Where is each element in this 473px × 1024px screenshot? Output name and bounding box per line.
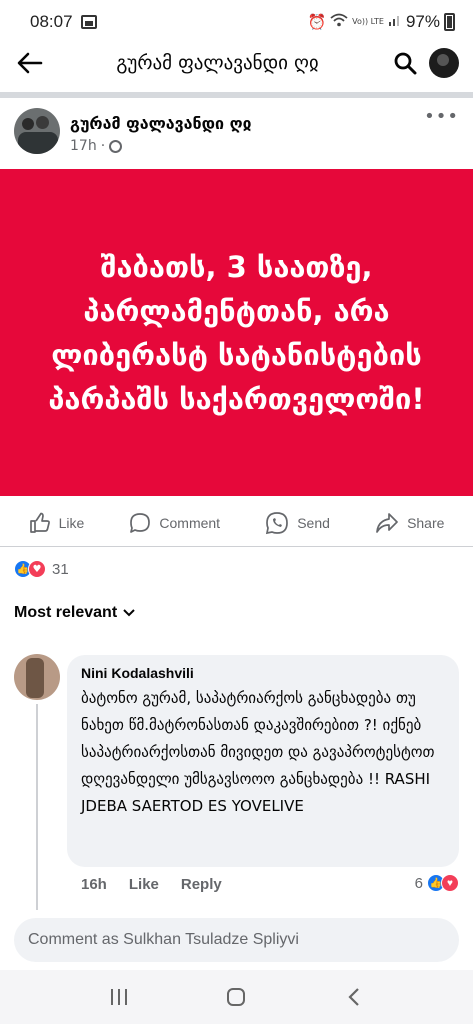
comment-icon [130, 513, 151, 533]
reaction-count: 31 [52, 560, 69, 578]
comment-label: Comment [159, 515, 221, 531]
recents-button[interactable] [89, 977, 149, 1017]
search-icon [394, 52, 417, 75]
send-button[interactable]: Send [265, 511, 330, 535]
thread-line [36, 704, 38, 910]
commenter-avatar[interactable] [14, 654, 60, 700]
thumbs-up-icon [29, 512, 50, 533]
battery-percent: 97% [405, 12, 440, 31]
post-author-name[interactable]: გურამ ფალავანდი ღჲ [70, 114, 251, 133]
divider [0, 546, 473, 547]
status-indicators: ⏰ Vo)) LTE 97% [307, 12, 455, 32]
comment-reaction-count: 6 [414, 874, 423, 892]
search-button[interactable] [387, 45, 423, 81]
arrow-left-icon [17, 52, 43, 74]
author-avatar[interactable] [14, 108, 60, 154]
sort-label: Most relevant [14, 604, 118, 621]
battery-icon [444, 13, 455, 31]
comment-reply-button[interactable]: Reply [181, 876, 222, 893]
reactions-summary[interactable]: 👍 ♥ 31 [14, 560, 69, 578]
comment-sort-dropdown[interactable]: Most relevant [14, 604, 135, 622]
comment-time[interactable]: 16h [81, 876, 107, 893]
love-reaction-icon: ♥ [28, 560, 46, 578]
profile-avatar[interactable] [429, 48, 459, 78]
comment-actions: 16h Like Reply [81, 876, 222, 893]
comment-input-placeholder: Comment as Sulkhan Tsuladze Spliyvi [28, 931, 299, 948]
status-bar: 08:07 ⏰ Vo)) LTE 97% [0, 0, 473, 44]
home-button[interactable] [206, 977, 266, 1017]
comment-reactions[interactable]: 6 👍 ♥ [415, 874, 459, 892]
post-header: გურამ ფალავანდი ღჲ 17h · ••• [0, 104, 473, 164]
post-meta: 17h · [70, 138, 123, 154]
post-time[interactable]: 17h [70, 138, 97, 154]
chevron-down-icon [123, 606, 135, 620]
share-label: Share [407, 515, 445, 531]
status-time: 08:07 [30, 12, 73, 31]
gallery-notification-icon [80, 15, 97, 29]
system-nav-bar [0, 970, 473, 1024]
send-label: Send [297, 515, 330, 531]
recents-icon [110, 989, 127, 1005]
share-button[interactable]: Share [375, 512, 444, 534]
comment-bubble: Nini Kodalashvili ბატონო გურამ, საპატრია… [67, 655, 459, 867]
comment-like-button[interactable]: Like [129, 876, 159, 893]
like-button[interactable]: Like [29, 512, 85, 534]
lte-indicator: Vo)) LTE [352, 17, 384, 26]
comment-text: ბატონო გურამ, საპატრიარქოს განცხადება თუ… [81, 689, 435, 815]
wifi-icon [330, 13, 348, 31]
comment-input[interactable]: Comment as Sulkhan Tsuladze Spliyvi [14, 918, 459, 962]
comment-button[interactable]: Comment [129, 512, 220, 534]
love-reaction-icon: ♥ [441, 874, 459, 892]
back-button[interactable] [0, 40, 60, 86]
share-icon [376, 513, 398, 533]
commenter-name[interactable]: Nini Kodalashvili [81, 665, 447, 681]
post-banner[interactable]: შაბათს, 3 საათზე, პარლამენტთან, არა ლიბე… [0, 169, 473, 496]
post-action-bar: Like Comment Send Share [0, 502, 473, 544]
back-nav-button[interactable] [324, 977, 384, 1017]
signal-icon [388, 13, 402, 31]
app-header: გურამ ფალავანდი ღჲ [0, 40, 473, 86]
back-icon [348, 988, 359, 1006]
post-text: შაბათს, 3 საათზე, პარლამენტთან, არა ლიბე… [48, 249, 425, 416]
section-divider [0, 92, 473, 98]
page-title: გურამ ფალავანდი ღჲ [116, 52, 319, 74]
alarm-icon: ⏰ [307, 13, 327, 31]
whatsapp-icon [266, 512, 289, 535]
globe-icon [109, 139, 123, 153]
more-options-button[interactable]: ••• [424, 106, 459, 127]
like-label: Like [58, 515, 85, 531]
home-icon [227, 988, 246, 1006]
